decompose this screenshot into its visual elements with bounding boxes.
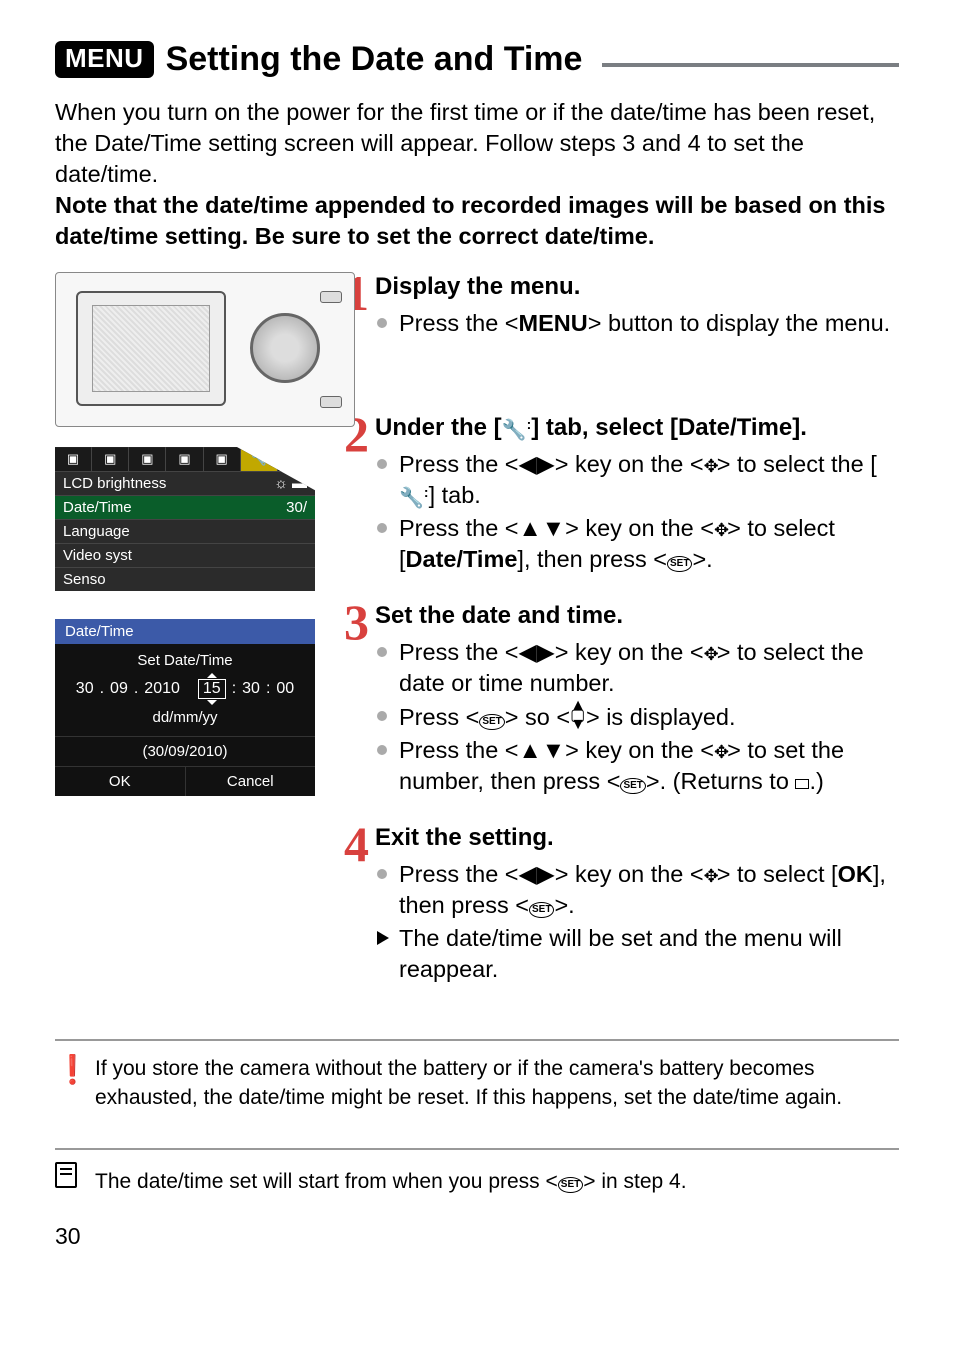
datetime-dialog: Date/Time Set Date/Time 30. 09. 2010 15:… <box>55 619 315 796</box>
intro-paragraph: When you turn on the power for the first… <box>55 97 899 252</box>
cancel-button[interactable]: Cancel <box>186 767 316 796</box>
caution-icon: ❗ <box>55 1051 90 1089</box>
date-format[interactable]: dd/mm/yy <box>55 705 315 736</box>
page-title: Setting the Date and Time <box>166 40 583 79</box>
camera-lcd <box>76 291 226 406</box>
intro-text: When you turn on the power for the first… <box>55 99 875 187</box>
cross-key-icon: ✥ <box>714 742 727 762</box>
step-bullet: Press the <▲▼> key on the <✥> to set the… <box>375 735 899 797</box>
dialog-title: Date/Time <box>55 619 315 644</box>
info-text-pre: The date/time set will start from when y… <box>95 1170 558 1193</box>
wrench-icon: 🔧 <box>399 483 429 512</box>
menu-screenshot: ▣ ▣ ▣ ▣ ▣ 🔧 🔧 LCD brightness ☼ ▬ Date/Ti… <box>55 447 315 591</box>
square-icon <box>795 779 809 789</box>
note-icon <box>55 1162 77 1188</box>
step-title: Set the date and time. <box>375 601 899 631</box>
step-title: Display the menu. <box>375 272 899 302</box>
menu-tab[interactable]: ▣ <box>92 447 129 471</box>
menu-badge: MENU <box>55 41 154 78</box>
menu-tabs: ▣ ▣ ▣ ▣ ▣ 🔧 🔧 <box>55 447 315 471</box>
step-2: 2 Under the [🔧] tab, select [Date/Time].… <box>375 413 899 589</box>
menu-item[interactable]: LCD brightness ☼ ▬ <box>55 471 315 495</box>
menu-item[interactable]: Senso <box>55 567 315 591</box>
caution-note: ❗ If you store the camera without the ba… <box>55 1039 899 1126</box>
step-4: 4 Exit the setting. Press the <◀▶> key o… <box>375 823 899 999</box>
step-3: 3 Set the date and time. Press the <◀▶> … <box>375 601 899 811</box>
left-right-icon: ◀▶ <box>519 639 555 665</box>
intro-note: Note that the date/time appended to reco… <box>55 192 885 249</box>
left-right-icon: ◀▶ <box>519 451 555 477</box>
menu-glyph: MENU <box>519 310 588 336</box>
cross-key-icon: ✥ <box>704 456 717 476</box>
page-number: 30 <box>55 1223 899 1250</box>
step-bullet: Press the <◀▶> key on the <✥> to select … <box>375 859 899 921</box>
menu-tab[interactable]: ▣ <box>166 447 203 471</box>
menu-item[interactable]: Video syst <box>55 543 315 567</box>
menu-tab-active[interactable]: 🔧 <box>241 447 278 471</box>
updown-box-icon: ▲▢▼ <box>570 701 586 730</box>
hour-value-selected[interactable]: 15 <box>198 679 226 699</box>
step-bullet: Press the <MENU> button to display the m… <box>375 308 899 339</box>
cross-key-icon: ✥ <box>714 520 727 540</box>
cross-key-icon: ✥ <box>704 644 717 664</box>
menu-tab[interactable]: ▣ <box>204 447 241 471</box>
set-icon: SET <box>667 556 692 572</box>
ok-button[interactable]: OK <box>55 767 186 796</box>
title-rule <box>602 63 899 67</box>
step-result: The date/time will be set and the menu w… <box>375 923 899 985</box>
date-example: (30/09/2010) <box>55 736 315 766</box>
day-value[interactable]: 30 <box>76 680 94 698</box>
dialog-subtitle: Set Date/Time <box>55 644 315 673</box>
menu-tab[interactable]: ▣ <box>55 447 92 471</box>
month-value[interactable]: 09 <box>110 680 128 698</box>
camera-illustration <box>55 272 355 427</box>
wrench-icon: 🔧 <box>502 416 532 444</box>
year-value[interactable]: 2010 <box>144 680 180 698</box>
camera-button <box>320 291 342 303</box>
up-down-icon: ▲▼ <box>519 515 566 541</box>
camera-button <box>320 396 342 408</box>
menu-tab[interactable]: 🔧 <box>278 447 315 471</box>
step-number: 3 <box>339 601 375 644</box>
page-title-row: MENU Setting the Date and Time <box>55 40 899 79</box>
step-1: 1 Display the menu. Press the <MENU> but… <box>375 272 899 353</box>
menu-tab[interactable]: ▣ <box>129 447 166 471</box>
second-value[interactable]: 00 <box>276 680 294 698</box>
step-title: Under the [🔧] tab, select [Date/Time]. <box>375 413 899 443</box>
minute-value[interactable]: 30 <box>242 680 260 698</box>
step-title: Exit the setting. <box>375 823 899 853</box>
step-bullet: Press the <◀▶> key on the <✥> to select … <box>375 449 899 511</box>
step-bullet: Press the <◀▶> key on the <✥> to select … <box>375 637 899 699</box>
info-text-post: > in step 4. <box>583 1170 686 1193</box>
cross-key-icon: ✥ <box>704 866 717 886</box>
camera-control-dial <box>250 313 320 383</box>
step-bullet: Press <SET> so <▲▢▼> is displayed. <box>375 701 899 733</box>
menu-item[interactable]: Language <box>55 519 315 543</box>
step-number: 4 <box>339 823 375 866</box>
up-down-icon: ▲▼ <box>519 737 566 763</box>
menu-item-selected[interactable]: Date/Time 30/ <box>55 495 315 519</box>
set-icon: SET <box>558 1177 583 1193</box>
set-icon: SET <box>620 778 645 794</box>
step-bullet: Press the <▲▼> key on the <✥> to select … <box>375 513 899 575</box>
set-icon: SET <box>529 902 554 918</box>
left-right-icon: ◀▶ <box>519 861 555 887</box>
info-note: The date/time set will start from when y… <box>55 1148 899 1196</box>
caution-text: If you store the camera without the batt… <box>95 1057 842 1108</box>
datetime-values: 30. 09. 2010 15: 30: 00 <box>55 673 315 705</box>
set-icon: SET <box>479 714 504 730</box>
